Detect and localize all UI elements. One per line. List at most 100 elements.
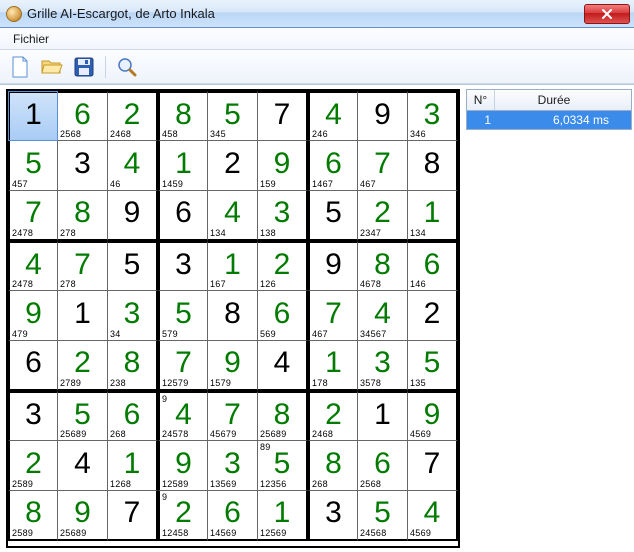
cell-r8-c9[interactable]: 7	[408, 441, 458, 491]
cell-r7-c7[interactable]: 22468	[308, 391, 358, 441]
cell-r7-c2[interactable]: 525689	[58, 391, 108, 441]
cell-r1-c8[interactable]: 9	[358, 91, 408, 141]
cell-r5-c4[interactable]: 5579	[158, 291, 208, 341]
cell-r4-c4[interactable]: 3	[158, 241, 208, 291]
cell-r5-c7[interactable]: 7467	[308, 291, 358, 341]
cell-r8-c5[interactable]: 313569	[208, 441, 258, 491]
cell-r4-c6[interactable]: 2126	[258, 241, 308, 291]
cell-r8-c8[interactable]: 62568	[358, 441, 408, 491]
cell-r6-c9[interactable]: 5135	[408, 341, 458, 391]
cell-r1-c4[interactable]: 8458	[158, 91, 208, 141]
close-button[interactable]	[584, 4, 630, 24]
cell-r5-c9[interactable]: 2	[408, 291, 458, 341]
cell-r7-c3[interactable]: 6268	[108, 391, 158, 441]
cell-r4-c5[interactable]: 1167	[208, 241, 258, 291]
cell-r5-c8[interactable]: 434567	[358, 291, 408, 341]
cell-r6-c7[interactable]: 1178	[308, 341, 358, 391]
new-file-button[interactable]	[6, 53, 34, 81]
cell-candidates: 4678	[360, 279, 381, 289]
cell-r3-c8[interactable]: 22347	[358, 191, 408, 241]
cell-r9-c4[interactable]: 2124589	[158, 491, 208, 541]
cell-r6-c1[interactable]: 6	[8, 341, 58, 391]
cell-r9-c1[interactable]: 82589	[8, 491, 58, 541]
cell-r7-c8[interactable]: 1	[358, 391, 408, 441]
cell-r7-c1[interactable]: 3	[8, 391, 58, 441]
cell-r6-c5[interactable]: 91579	[208, 341, 258, 391]
cell-r5-c6[interactable]: 6569	[258, 291, 308, 341]
magnifier-icon	[117, 57, 137, 77]
menu-file[interactable]: Fichier	[4, 29, 58, 49]
cell-value: 9	[424, 400, 441, 430]
cell-r1-c1[interactable]: 1	[8, 91, 58, 141]
cell-r8-c7[interactable]: 8268	[308, 441, 358, 491]
cell-r6-c8[interactable]: 33578	[358, 341, 408, 391]
cell-r7-c6[interactable]: 825689	[258, 391, 308, 441]
cell-r1-c3[interactable]: 22468	[108, 91, 158, 141]
cell-r3-c1[interactable]: 72478	[8, 191, 58, 241]
cell-r8-c4[interactable]: 912589	[158, 441, 208, 491]
cell-r7-c4[interactable]: 4245789	[158, 391, 208, 441]
cell-r8-c3[interactable]: 11268	[108, 441, 158, 491]
cell-candidates: 159	[260, 179, 276, 189]
cell-r6-c2[interactable]: 22789	[58, 341, 108, 391]
cell-r6-c3[interactable]: 8238	[108, 341, 158, 391]
open-folder-button[interactable]	[38, 53, 66, 81]
cell-r5-c5[interactable]: 8	[208, 291, 258, 341]
cell-r9-c8[interactable]: 524568	[358, 491, 408, 541]
table-row[interactable]: 16,0334 ms	[467, 111, 631, 129]
cell-r3-c2[interactable]: 8278	[58, 191, 108, 241]
cell-r3-c7[interactable]: 5	[308, 191, 358, 241]
cell-r4-c9[interactable]: 6146	[408, 241, 458, 291]
cell-candidates: 268	[110, 429, 126, 439]
cell-r7-c5[interactable]: 745679	[208, 391, 258, 441]
cell-r8-c6[interactable]: 51235689	[258, 441, 308, 491]
cell-r9-c6[interactable]: 112569	[258, 491, 308, 541]
cell-r9-c7[interactable]: 3	[308, 491, 358, 541]
cell-r1-c9[interactable]: 3346	[408, 91, 458, 141]
cell-r4-c2[interactable]: 7278	[58, 241, 108, 291]
cell-r2-c6[interactable]: 9159	[258, 141, 308, 191]
cell-r1-c7[interactable]: 4246	[308, 91, 358, 141]
cell-r9-c5[interactable]: 614569	[208, 491, 258, 541]
cell-r3-c9[interactable]: 1134	[408, 191, 458, 241]
cell-r5-c2[interactable]: 1	[58, 291, 108, 341]
cell-r4-c7[interactable]: 9	[308, 241, 358, 291]
sudoku-grid[interactable]: 1625682246884585345742469334654573446114…	[6, 89, 460, 548]
cell-r8-c1[interactable]: 22589	[8, 441, 58, 491]
cell-r6-c4[interactable]: 712579	[158, 341, 208, 391]
cell-r2-c3[interactable]: 446	[108, 141, 158, 191]
col-num[interactable]: N°	[467, 90, 495, 110]
cell-r3-c4[interactable]: 6	[158, 191, 208, 241]
cell-value: 4	[175, 400, 192, 430]
cell-r9-c2[interactable]: 925689	[58, 491, 108, 541]
cell-r2-c8[interactable]: 7467	[358, 141, 408, 191]
cell-r9-c9[interactable]: 44569	[408, 491, 458, 541]
cell-r2-c1[interactable]: 5457	[8, 141, 58, 191]
cell-r9-c3[interactable]: 7	[108, 491, 158, 541]
cell-r3-c5[interactable]: 4134	[208, 191, 258, 241]
cell-r2-c9[interactable]: 8	[408, 141, 458, 191]
cell-r5-c1[interactable]: 9479	[8, 291, 58, 341]
cell-r2-c2[interactable]: 3	[58, 141, 108, 191]
search-button[interactable]	[113, 53, 141, 81]
cell-r4-c3[interactable]: 5	[108, 241, 158, 291]
cell-candidates: 12579	[162, 378, 189, 388]
cell-r2-c4[interactable]: 11459	[158, 141, 208, 191]
col-duration[interactable]: Durée	[495, 90, 613, 110]
cell-r4-c8[interactable]: 84678	[358, 241, 408, 291]
cell-r7-c9[interactable]: 94569	[408, 391, 458, 441]
save-button[interactable]	[70, 53, 98, 81]
close-icon	[601, 9, 613, 19]
cell-r3-c3[interactable]: 9	[108, 191, 158, 241]
cell-r4-c1[interactable]: 42478	[8, 241, 58, 291]
cell-r6-c6[interactable]: 4	[258, 341, 308, 391]
cell-value: 1	[175, 149, 192, 179]
cell-r2-c5[interactable]: 2	[208, 141, 258, 191]
cell-r3-c6[interactable]: 3138	[258, 191, 308, 241]
cell-r5-c3[interactable]: 334	[108, 291, 158, 341]
cell-r2-c7[interactable]: 61467	[308, 141, 358, 191]
cell-r1-c2[interactable]: 62568	[58, 91, 108, 141]
cell-r1-c5[interactable]: 5345	[208, 91, 258, 141]
cell-r1-c6[interactable]: 7	[258, 91, 308, 141]
cell-r8-c2[interactable]: 4	[58, 441, 108, 491]
